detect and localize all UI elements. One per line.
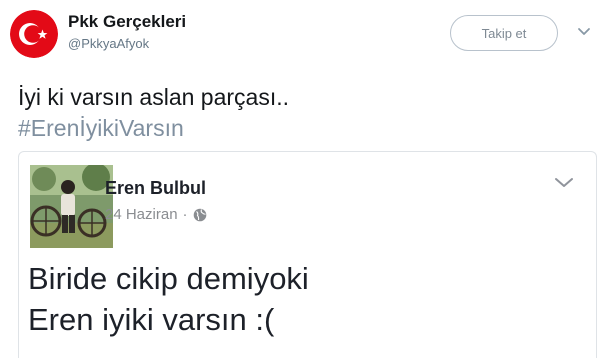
tweet-card: Pkk Gerçekleri @PkkyaAfyok Takip et İyi … — [0, 0, 600, 358]
chevron-down-icon[interactable] — [553, 176, 575, 190]
hashtag-link[interactable]: #ErenİyikiVarsın — [18, 113, 289, 144]
embedded-post-line: Eren iyiki varsın :( — [28, 302, 275, 337]
turkish-flag-icon — [10, 10, 58, 58]
embedded-post-text: Biride cikip demiyoki Eren iyiki varsın … — [28, 258, 309, 340]
globe-icon — [193, 208, 206, 221]
embedded-post-meta: 24 Haziran · — [105, 206, 207, 223]
chevron-down-icon[interactable] — [576, 26, 592, 38]
follow-button[interactable]: Takip et — [450, 15, 558, 51]
embedded-author-name[interactable]: Eren Bulbul — [105, 178, 206, 199]
embedded-post-line: Biride cikip demiyoki — [28, 261, 309, 296]
author-display-name[interactable]: Pkk Gerçekleri — [68, 12, 186, 32]
tweet-text: İyi ki varsın aslan parçası.. #Erenİyiki… — [18, 82, 289, 144]
embedded-post-date[interactable]: 24 Haziran — [105, 206, 178, 223]
embedded-facebook-post[interactable]: Eren Bulbul 24 Haziran · Biride cikip de… — [18, 151, 597, 358]
author-handle[interactable]: @PkkyaAfyok — [68, 36, 186, 51]
embedded-author-avatar[interactable] — [30, 165, 113, 248]
profile-avatar[interactable] — [10, 10, 58, 58]
tweet-author: Pkk Gerçekleri @PkkyaAfyok — [68, 12, 186, 51]
avatar-photo — [30, 165, 113, 248]
meta-separator: · — [182, 206, 188, 223]
tweet-text-line: İyi ki varsın aslan parçası.. — [18, 84, 289, 110]
